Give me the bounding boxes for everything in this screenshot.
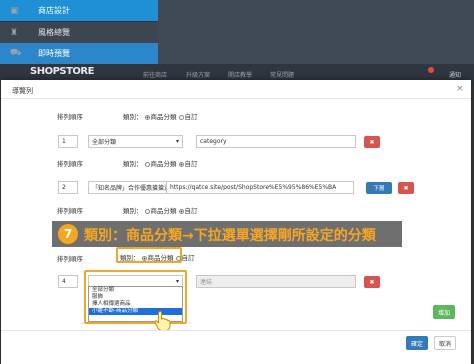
- delete-button[interactable]: ✖: [364, 276, 380, 288]
- type-radio-group: 類別： 商品分類 自訂: [123, 158, 198, 168]
- close-icon[interactable]: ×: [456, 84, 464, 94]
- radio-custom[interactable]: [178, 161, 184, 167]
- type-label: 類別：: [123, 160, 143, 168]
- delete-button[interactable]: ✖: [398, 182, 414, 194]
- cancel-button[interactable]: 取消: [434, 336, 456, 350]
- type-radio-group: 類別： 商品分類 自訂: [123, 205, 198, 215]
- nav-link[interactable]: 前往商店: [143, 70, 167, 79]
- radio-label: 自訂: [184, 207, 198, 215]
- sidebar-item-label: 即時預覽: [38, 49, 70, 58]
- sort-order-label: 排列順序: [57, 113, 83, 121]
- sort-order-label: 排列順序: [57, 160, 83, 168]
- radio-label: 商品分類: [147, 254, 174, 262]
- link-input[interactable]: category: [196, 135, 356, 148]
- user-menu[interactable]: 通知: [449, 70, 461, 79]
- radio-label: 商品分類: [150, 207, 177, 215]
- category-select[interactable]: 全部分類 ▾: [88, 135, 183, 148]
- sort-order-input[interactable]: 2: [58, 181, 78, 194]
- sidebar-item-style-overview[interactable]: ♜ 風格總覽: [0, 22, 158, 43]
- sub-level-button[interactable]: 下層: [366, 182, 392, 194]
- sort-order-input[interactable]: 1: [58, 135, 78, 148]
- radio-label: 自訂: [181, 254, 195, 262]
- modal-title: 導覽列: [12, 87, 33, 95]
- type-radio-group: 類別： 商品分類 自訂: [123, 111, 198, 121]
- radio-label: 商品分類: [150, 113, 177, 121]
- sidebar-item-label: 商店設計: [38, 6, 70, 15]
- sort-order-input[interactable]: 4: [58, 275, 78, 288]
- pointer-hand-icon: [154, 311, 171, 331]
- type-radio-group: 類別： 商品分類 自訂: [120, 252, 195, 262]
- radio-product-category[interactable]: [144, 208, 150, 214]
- notification-badge[interactable]: [428, 67, 434, 73]
- radio-label: 自訂: [184, 113, 198, 121]
- type-label: 類別：: [123, 113, 143, 121]
- sort-order-label: 排列順序: [57, 255, 83, 263]
- dropdown-option[interactable]: 全部分類: [89, 287, 182, 294]
- link-input[interactable]: https://qatce.site/post/ShopStore%E5%95%…: [166, 181, 354, 194]
- confirm-button[interactable]: 確定: [406, 336, 428, 350]
- sidebar-item-label: 風格總覽: [38, 28, 70, 37]
- nav-link[interactable]: 常見問題: [270, 70, 294, 79]
- sidebar-item-store-design[interactable]: ▣ 商店設計: [0, 0, 158, 21]
- dimmed-background: [158, 0, 474, 64]
- link-input[interactable]: 連結: [196, 275, 356, 288]
- radio-custom[interactable]: [175, 255, 181, 261]
- radio-custom[interactable]: [178, 208, 184, 214]
- radio-custom[interactable]: [178, 114, 184, 120]
- nav-link[interactable]: 升級方案: [186, 70, 210, 79]
- add-item-button[interactable]: 增加: [433, 305, 455, 319]
- radio-label: 商品分類: [150, 160, 177, 168]
- dropdown-option[interactable]: 服飾: [89, 294, 182, 301]
- sidebar-item-live-preview[interactable]: ⛟ 即時預覽: [0, 43, 158, 64]
- divider: [1, 98, 471, 99]
- radio-product-category[interactable]: [144, 114, 150, 120]
- tutorial-instruction: 類別：商品分類→下拉選單選擇剛所設定的分類: [84, 228, 376, 244]
- divider: [1, 330, 471, 331]
- nav-link[interactable]: 開店教學: [228, 70, 252, 79]
- select-value: 全部分類: [92, 139, 117, 146]
- step-number-badge: 7: [58, 224, 78, 244]
- dropdown-option[interactable]: 擇人相傳選商品: [89, 301, 182, 308]
- brand-logo: SHOPSTORE: [30, 66, 94, 77]
- store-icon: ▣: [10, 5, 19, 16]
- delete-button[interactable]: ✖: [364, 136, 380, 148]
- palette-icon: ♜: [10, 27, 19, 38]
- type-label: 類別：: [123, 207, 143, 215]
- type-label: 類別：: [120, 254, 140, 262]
- chevron-down-icon: ▾: [175, 138, 179, 145]
- sort-order-label: 排列順序: [57, 207, 83, 215]
- radio-label: 自訂: [184, 160, 198, 168]
- cart-icon: ⛟: [10, 48, 22, 58]
- radio-product-category[interactable]: [144, 161, 150, 167]
- radio-product-category[interactable]: [141, 255, 147, 261]
